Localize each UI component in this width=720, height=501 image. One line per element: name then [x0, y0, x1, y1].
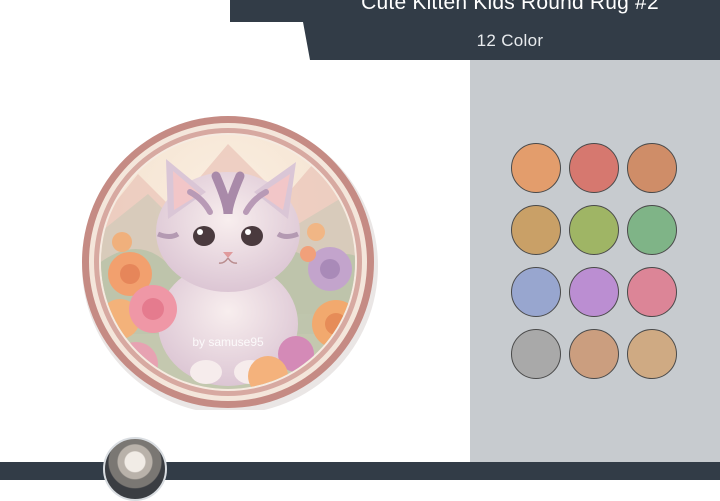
swatch-4[interactable]: [511, 205, 561, 255]
kitten-rug-illustration: by samuse95: [82, 116, 378, 414]
swatch-2[interactable]: [569, 143, 619, 193]
swatch-9[interactable]: [627, 267, 677, 317]
swatch-10[interactable]: [511, 329, 561, 379]
color-count-label: 12 Color: [476, 31, 544, 50]
product-image-rug: by samuse95: [78, 114, 378, 414]
swatch-7[interactable]: [511, 267, 561, 317]
color-swatch-panel: [470, 60, 720, 462]
swatch-3[interactable]: [627, 143, 677, 193]
swatch-5[interactable]: [569, 205, 619, 255]
swatch-1[interactable]: [511, 143, 561, 193]
swatch-8[interactable]: [569, 267, 619, 317]
watermark-text: by samuse95: [192, 335, 264, 349]
page-title: Cute Kitten Kids Round Rug #2: [361, 0, 659, 14]
author-avatar[interactable]: [103, 437, 167, 501]
swatch-6[interactable]: [627, 205, 677, 255]
swatch-12[interactable]: [627, 329, 677, 379]
swatch-11[interactable]: [569, 329, 619, 379]
